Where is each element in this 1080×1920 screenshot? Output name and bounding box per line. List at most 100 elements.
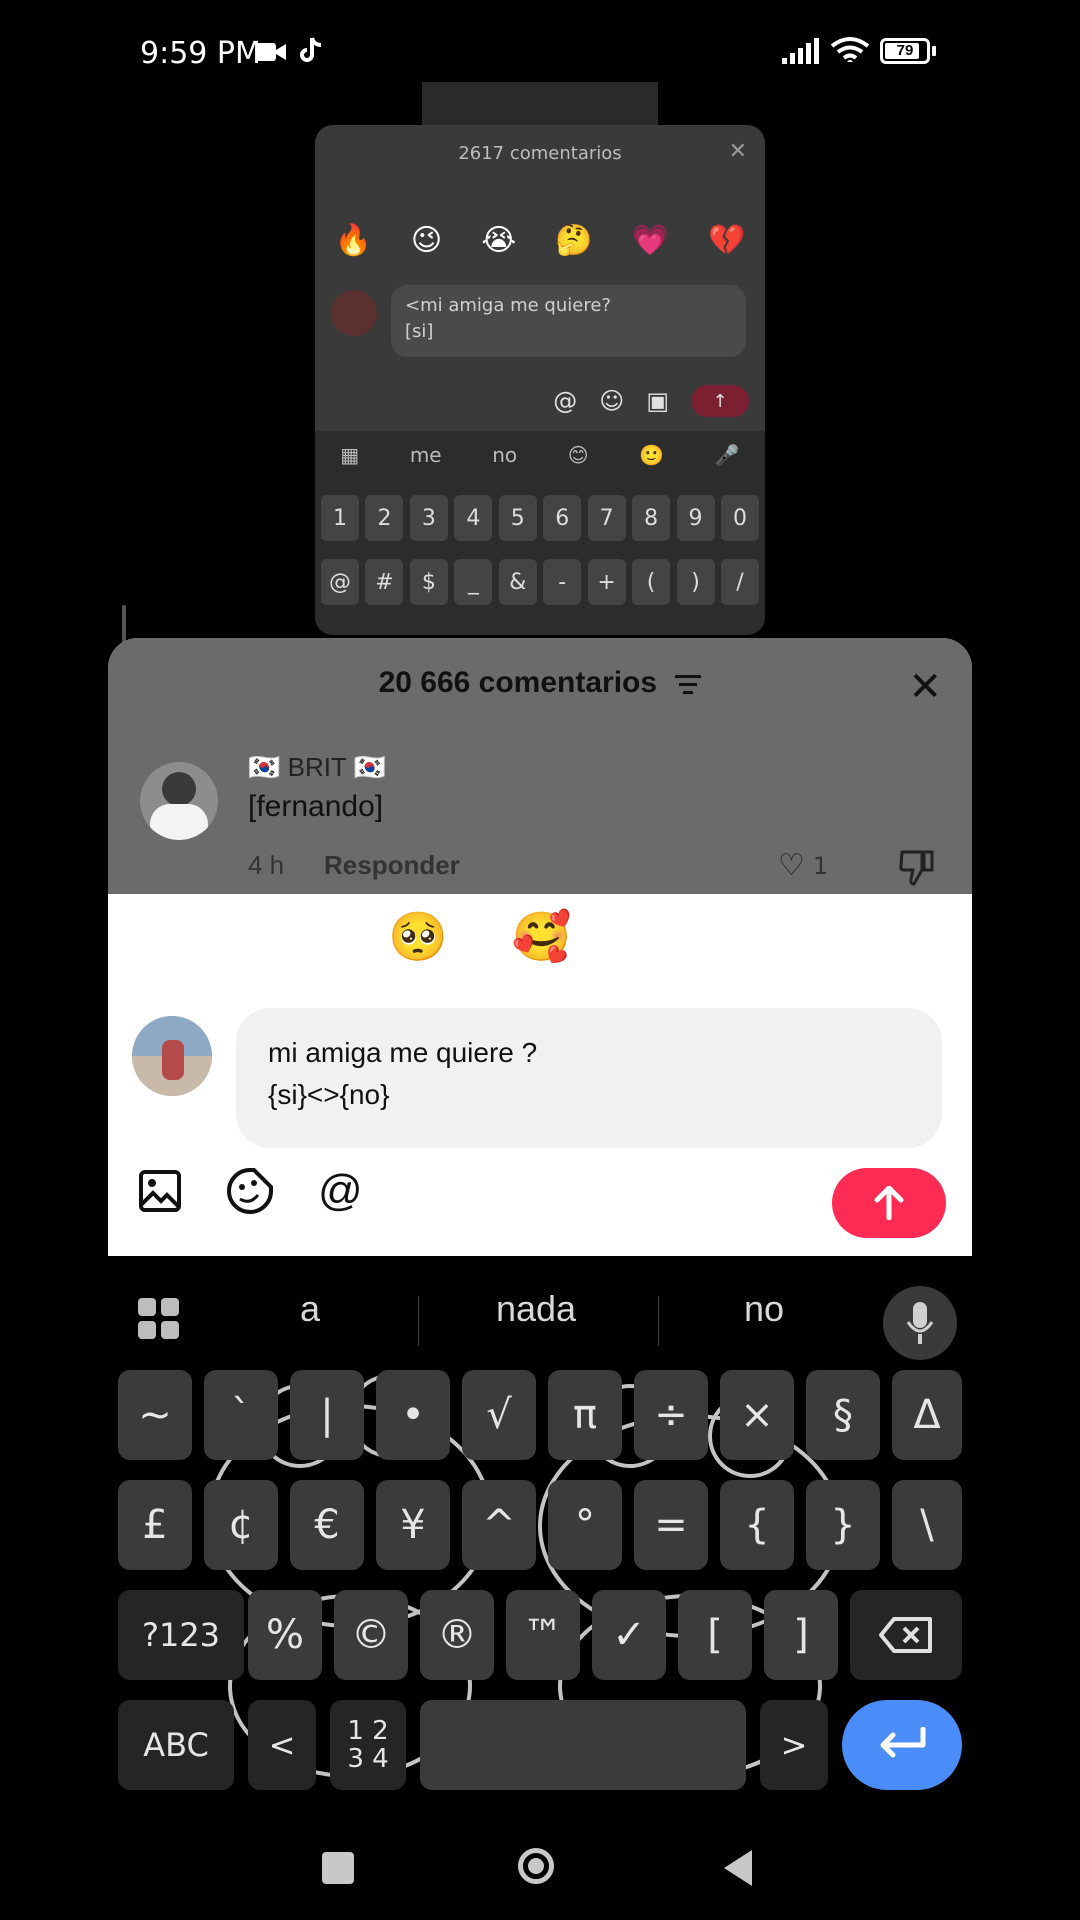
like-count: 1 bbox=[812, 851, 829, 880]
comment-time: 4 h bbox=[248, 850, 285, 880]
bg-mention-icon: @ bbox=[553, 387, 578, 415]
key[interactable]: ` bbox=[204, 1370, 278, 1460]
microphone-icon bbox=[906, 1302, 934, 1344]
key[interactable]: } bbox=[806, 1480, 880, 1570]
tiktok-icon bbox=[300, 37, 322, 62]
back-button[interactable] bbox=[724, 1850, 752, 1886]
bg-comment-input: <mi amiga me quiere? [si] bbox=[391, 285, 746, 357]
bg-emoji: 😉 bbox=[410, 223, 443, 258]
bg-keyboard: ▦ me no 😊 🙂 🎤 1 2 3 4 5 6 7 8 9 0 @ # $ … bbox=[315, 431, 765, 635]
close-icon[interactable]: ✕ bbox=[908, 664, 942, 710]
comment-input[interactable]: mi amiga me quiere ? {si}<>{no} bbox=[236, 1008, 942, 1148]
key[interactable]: > bbox=[760, 1700, 828, 1790]
symbols-toggle-key[interactable]: ?123 bbox=[118, 1590, 244, 1680]
comments-panel: 20 666 comentarios ✕ 🇰🇷 BRIT 🇰🇷 [fernand… bbox=[108, 638, 972, 1256]
key[interactable]: ] bbox=[764, 1590, 838, 1680]
dislike-icon[interactable] bbox=[898, 848, 938, 886]
apps-grid-icon[interactable] bbox=[138, 1298, 180, 1340]
bg-key: - bbox=[543, 559, 582, 605]
bg-key: @ bbox=[321, 559, 359, 605]
keyboard: a nada no ~ ` | • √ π ÷ × § Δ £ ¢ € ¥ ^ … bbox=[0, 1256, 1080, 1796]
key[interactable]: © bbox=[334, 1590, 408, 1680]
bg-key: ) bbox=[676, 559, 715, 605]
sticker-icon[interactable] bbox=[226, 1167, 274, 1215]
bg-key: ( bbox=[632, 559, 671, 605]
emoji-button[interactable]: 😂 bbox=[636, 908, 692, 965]
suggestion-item[interactable]: no bbox=[664, 1288, 864, 1330]
bg-suggestion: 🙂 bbox=[639, 443, 665, 467]
emoji-button[interactable]: 😁 bbox=[160, 908, 210, 965]
filter-icon[interactable] bbox=[675, 673, 702, 695]
comment-text: [fernando] bbox=[248, 790, 384, 823]
bg-key: 7 bbox=[587, 495, 626, 541]
numpad-key[interactable]: 1 2 3 4 bbox=[330, 1700, 406, 1790]
mic-button[interactable] bbox=[883, 1286, 957, 1360]
background-strip bbox=[422, 82, 658, 126]
key[interactable]: ¢ bbox=[204, 1480, 278, 1570]
bg-key: 5 bbox=[498, 495, 537, 541]
backspace-key[interactable] bbox=[850, 1590, 962, 1680]
bg-apps-icon: ▦ bbox=[340, 443, 360, 467]
key[interactable]: ¥ bbox=[376, 1480, 450, 1570]
suggestion-item[interactable]: a bbox=[210, 1288, 410, 1330]
key[interactable]: ✓ bbox=[592, 1590, 666, 1680]
abc-key[interactable]: ABC bbox=[118, 1700, 234, 1790]
key[interactable]: ~ bbox=[118, 1370, 192, 1460]
emoji-button[interactable]: 😏 bbox=[756, 908, 806, 965]
key[interactable]: √ bbox=[462, 1370, 536, 1460]
space-key[interactable] bbox=[420, 1700, 746, 1790]
commenter-username[interactable]: 🇰🇷 BRIT 🇰🇷 bbox=[248, 752, 386, 783]
bg-avatar bbox=[331, 290, 377, 336]
emoji-button[interactable]: 🥰 bbox=[512, 908, 572, 965]
key[interactable]: § bbox=[806, 1370, 880, 1460]
like-button[interactable]: ♡ 1 bbox=[778, 848, 828, 883]
comment-input-line2: {si}<>{no} bbox=[268, 1079, 390, 1110]
bg-key: / bbox=[720, 559, 759, 605]
bg-key: 0 bbox=[720, 495, 759, 541]
comments-count: 20 666 comentarios bbox=[378, 666, 658, 699]
bg-smiley-icon: ☺ bbox=[599, 387, 625, 415]
emoji-button[interactable]: 😅 bbox=[870, 908, 920, 965]
bg-key: 9 bbox=[676, 495, 715, 541]
key[interactable]: { bbox=[720, 1480, 794, 1570]
key[interactable]: [ bbox=[678, 1590, 752, 1680]
bg-mic-icon: 🎤 bbox=[714, 443, 740, 467]
emoji-button[interactable]: 🥺 bbox=[388, 908, 448, 965]
reply-button[interactable]: Responder bbox=[324, 850, 460, 881]
key[interactable]: ™ bbox=[506, 1590, 580, 1680]
bg-send-icon: ↑ bbox=[691, 385, 749, 417]
key[interactable]: ^ bbox=[462, 1480, 536, 1570]
key[interactable]: × bbox=[720, 1370, 794, 1460]
comment-tools: @ bbox=[138, 1166, 363, 1216]
suggestion-item[interactable]: nada bbox=[436, 1288, 636, 1330]
video-camera-icon bbox=[256, 43, 286, 61]
emoji-button[interactable]: 😳 bbox=[274, 908, 324, 965]
key[interactable]: ® bbox=[420, 1590, 494, 1680]
key[interactable]: π bbox=[548, 1370, 622, 1460]
key[interactable]: • bbox=[376, 1370, 450, 1460]
key[interactable]: € bbox=[290, 1480, 364, 1570]
mention-icon[interactable]: @ bbox=[318, 1166, 363, 1216]
key[interactable]: \ bbox=[892, 1480, 962, 1570]
key[interactable]: = bbox=[634, 1480, 708, 1570]
bg-suggestion: no bbox=[492, 443, 518, 467]
send-button[interactable] bbox=[832, 1168, 946, 1238]
comments-title: 20 666 comentarios bbox=[108, 666, 972, 700]
numpad-bottom: 3 4 bbox=[347, 1744, 389, 1774]
key[interactable]: Δ bbox=[892, 1370, 962, 1460]
bg-close-icon: ✕ bbox=[728, 139, 747, 164]
key[interactable]: £ bbox=[118, 1480, 192, 1570]
key[interactable]: % bbox=[248, 1590, 322, 1680]
bg-emoji: 😭 bbox=[481, 223, 517, 258]
commenter-avatar[interactable] bbox=[140, 762, 218, 840]
key[interactable]: ° bbox=[548, 1480, 622, 1570]
battery-icon: 79 bbox=[880, 38, 930, 64]
key[interactable]: | bbox=[290, 1370, 364, 1460]
bg-input-line1: <mi amiga me quiere? bbox=[405, 295, 611, 316]
image-icon[interactable] bbox=[138, 1169, 182, 1213]
status-time: 9:59 PM bbox=[140, 36, 261, 71]
key[interactable]: ÷ bbox=[634, 1370, 708, 1460]
enter-key[interactable] bbox=[842, 1700, 962, 1790]
recents-button[interactable] bbox=[322, 1852, 354, 1884]
key[interactable]: < bbox=[248, 1700, 316, 1790]
